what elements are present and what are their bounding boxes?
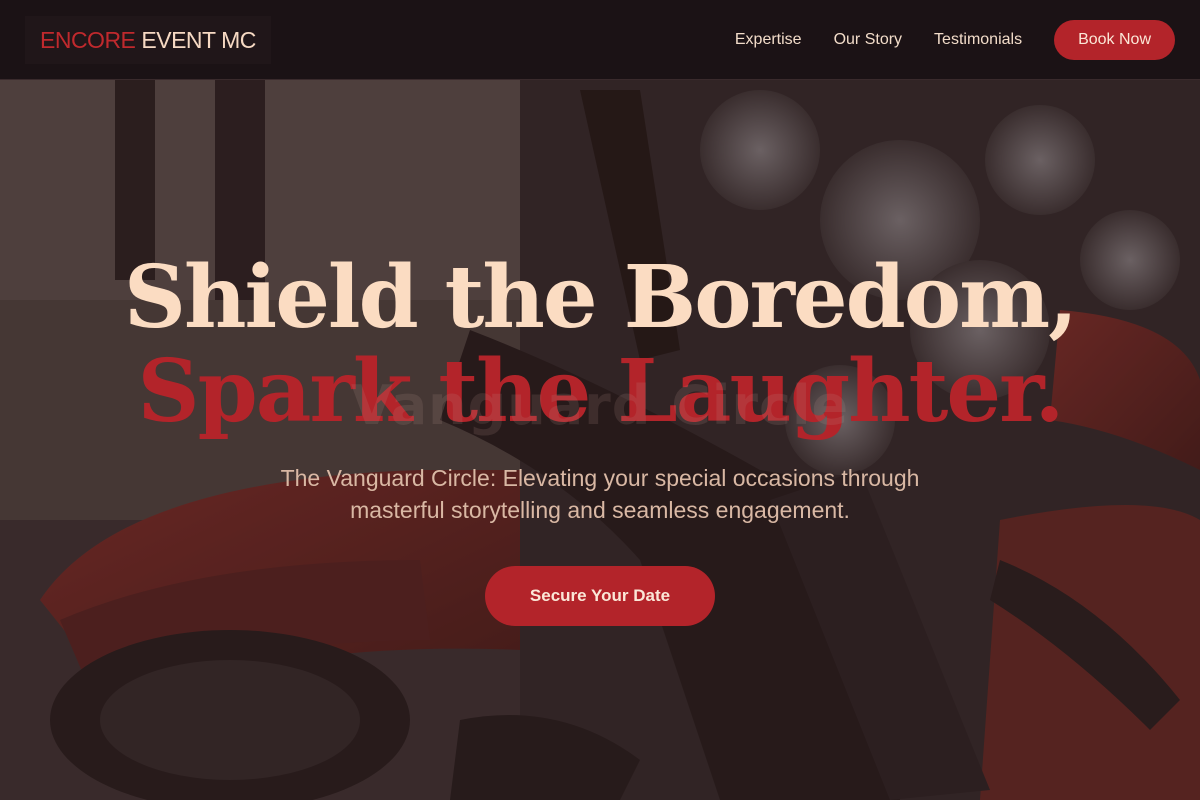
logo-accent-text: ENCORE [40, 26, 136, 53]
nav-links: Expertise Our Story Testimonials Book No… [735, 20, 1175, 60]
nav-link-testimonials[interactable]: Testimonials [934, 31, 1022, 49]
hero-headline-line2-text: Spark the Laughter. [137, 341, 1065, 442]
logo-rest-text: EVENT MC [141, 26, 256, 53]
hero-subtitle: The Vanguard Circle: Elevating your spec… [280, 465, 920, 523]
hero-content: Shield the Boredom, Spark the Laughter. … [0, 250, 1200, 626]
nav-link-expertise[interactable]: Expertise [735, 31, 802, 49]
top-navbar: ENCORE EVENT MC Expertise Our Story Test… [0, 0, 1200, 80]
book-now-button[interactable]: Book Now [1054, 20, 1175, 60]
nav-link-our-story[interactable]: Our Story [834, 31, 902, 49]
page: ENCORE EVENT MC Expertise Our Story Test… [0, 0, 1200, 800]
secure-your-date-button[interactable]: Secure Your Date [485, 566, 715, 626]
hero-headline-line2: Spark the Laughter. Vanguard Circle [0, 344, 1200, 440]
brand-logo[interactable]: ENCORE EVENT MC [25, 16, 271, 64]
hero-headline-line1: Shield the Boredom, [123, 247, 1078, 348]
